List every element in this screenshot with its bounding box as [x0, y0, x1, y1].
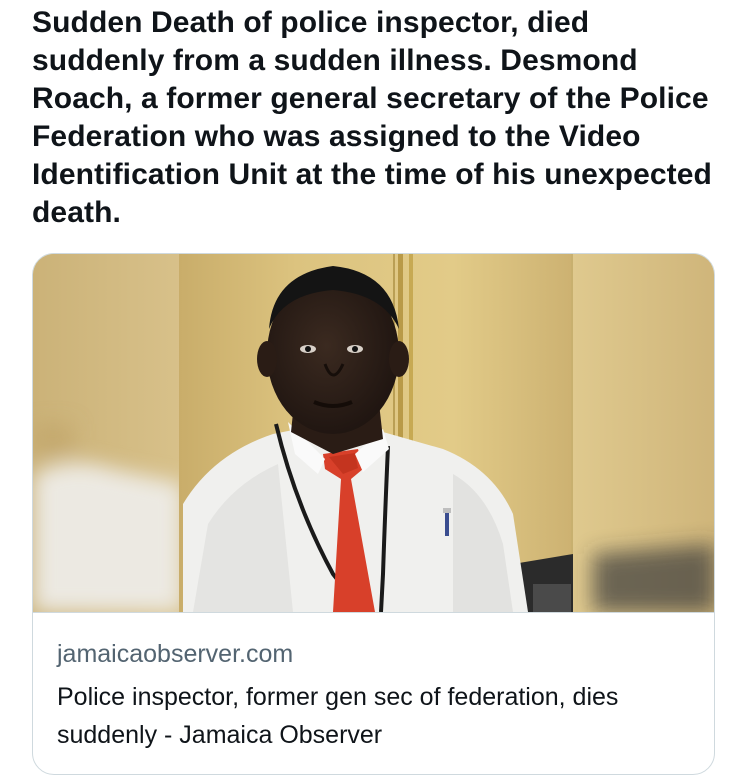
tweet-text: Sudden Death of police inspector, died s… [32, 6, 712, 229]
card-image[interactable] [33, 254, 714, 612]
card-divider [33, 612, 714, 613]
card-title[interactable]: Police inspector, former gen sec of fede… [57, 678, 697, 754]
card-domain[interactable]: jamaicaobserver.com [57, 639, 293, 669]
link-preview-card[interactable]: jamaicaobserver.com Police inspector, fo… [32, 253, 715, 775]
